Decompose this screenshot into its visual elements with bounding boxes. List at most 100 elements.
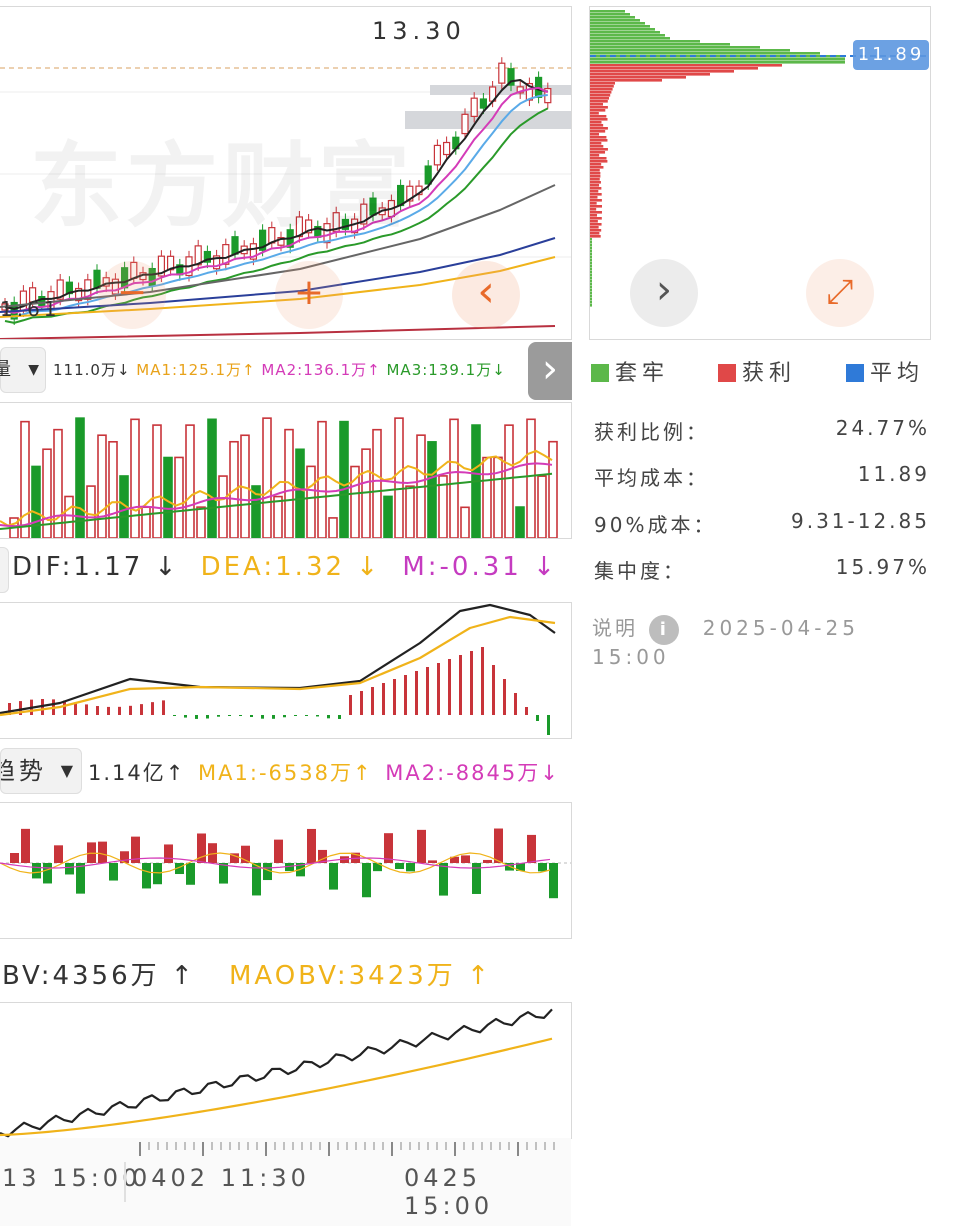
macd-bar — [173, 715, 176, 716]
chip-distribution-panel[interactable]: 11.89 › ⤢ — [589, 6, 931, 340]
macd-bar — [426, 667, 429, 715]
volume-bar — [515, 506, 525, 538]
chip-expand-button[interactable]: ⤢ — [806, 259, 874, 327]
chip-bar — [590, 145, 604, 148]
trend-bar — [109, 863, 118, 881]
trend-chart[interactable] — [0, 802, 572, 939]
kline-chart[interactable]: 东方财富 13.30 1.61 − + ‹ — [0, 6, 572, 340]
cost-90-row: 90%成本： 9.31-12.85 — [594, 509, 930, 537]
macd-bar — [272, 715, 275, 719]
chip-bar — [590, 232, 600, 235]
trend-bar — [461, 855, 470, 863]
volume-bar — [141, 506, 151, 538]
macd-bar — [228, 715, 231, 716]
trend-bar — [395, 863, 404, 870]
macd-bar — [250, 715, 253, 718]
macd-dea: DEA:1.32 ↓ — [200, 552, 382, 582]
macd-bar — [437, 663, 440, 715]
resistance-band — [405, 111, 571, 129]
chip-bar — [590, 190, 599, 193]
axis-divider — [124, 1162, 126, 1202]
volume-bar — [53, 428, 63, 538]
chip-bar — [590, 277, 592, 280]
chip-bar — [590, 283, 592, 286]
trend-bar — [417, 829, 426, 863]
chip-bar — [590, 280, 592, 283]
chip-bar — [590, 181, 601, 184]
macd-bar — [547, 715, 550, 735]
chip-bar — [590, 160, 608, 163]
indicator-selector-volume[interactable]: 量 ▼ — [0, 347, 46, 393]
indicator-selector-trend[interactable]: 趋势 ▼ — [0, 748, 82, 794]
chip-bar — [590, 76, 686, 79]
macd-bar — [217, 715, 220, 717]
chip-bar — [590, 34, 665, 37]
prev-button[interactable]: ‹ — [452, 261, 520, 329]
volume-bar — [152, 424, 162, 538]
macd-m: M:-0.31 ↓ — [402, 552, 558, 582]
trend-bar — [527, 834, 536, 863]
chip-bar — [590, 265, 592, 268]
trend-bar — [219, 863, 228, 884]
chip-bar — [590, 37, 670, 40]
macd-bar — [327, 715, 330, 719]
dropdown-arrow-icon: ▼ — [28, 362, 39, 378]
volume-bar — [273, 495, 283, 538]
time-label-mid: 0402 11:30 — [132, 1164, 310, 1192]
chevron-right-icon: › — [542, 346, 558, 392]
volume-bar — [97, 434, 107, 538]
chip-bar — [590, 244, 592, 247]
indicator-selector-macd[interactable] — [0, 547, 9, 593]
average-swatch — [846, 364, 864, 382]
chip-bar — [590, 193, 602, 196]
vol-ma1: MA1:125.1万↑ — [136, 361, 256, 379]
chip-bar — [590, 223, 602, 226]
macd-bar — [503, 679, 506, 715]
trend-bar — [10, 853, 19, 863]
zoom-out-button[interactable]: − — [98, 261, 166, 329]
chip-next-button[interactable]: › — [630, 259, 698, 327]
volume-chart[interactable] — [0, 402, 572, 539]
explain-row[interactable]: 说明 i 2025-04-25 15:00 — [592, 612, 932, 669]
chip-bar — [590, 112, 599, 115]
chip-bar — [590, 286, 592, 289]
macd-bar — [492, 665, 495, 715]
crosshair-icon: + — [293, 272, 325, 313]
maobv-line — [0, 1037, 553, 1137]
macd-bar — [85, 704, 88, 715]
candle — [433, 144, 441, 166]
chip-bar — [590, 259, 592, 262]
candle — [424, 165, 432, 185]
time-axis[interactable]: 13 15:00 0402 11:30 0425 15:00 — [0, 1138, 571, 1226]
chip-bar — [590, 301, 592, 304]
volume-bar — [504, 424, 514, 538]
chip-bar — [590, 214, 598, 217]
chip-bar — [590, 67, 758, 70]
chip-bar — [590, 157, 607, 160]
vol-ma3: MA3:139.1万↓ — [386, 361, 506, 379]
chip-bar — [590, 124, 604, 127]
vol-value: 111.0万↓ — [53, 361, 131, 379]
volume-bar — [493, 456, 503, 538]
chip-bar — [590, 43, 730, 46]
chip-bar — [590, 139, 608, 142]
macd-bar — [118, 706, 121, 715]
chip-bar — [590, 226, 599, 229]
legend-profit: 获利 — [718, 355, 796, 387]
chip-bar — [590, 196, 598, 199]
chip-bar — [590, 118, 608, 121]
obv-chart[interactable] — [0, 1002, 572, 1139]
info-icon[interactable]: i — [649, 614, 680, 645]
chip-bar — [590, 121, 602, 124]
chip-bar — [590, 88, 613, 91]
trend-bar — [362, 863, 371, 898]
concentration-row: 集中度： 15.97% — [594, 555, 930, 583]
expand-side-button[interactable]: › — [528, 342, 572, 400]
candle — [470, 97, 478, 117]
macd-chart[interactable] — [0, 602, 572, 739]
trend-bar — [65, 863, 74, 875]
maobv-value: MAOBV:3423万 ↑ — [228, 961, 492, 991]
chip-bar — [590, 184, 600, 187]
volume-bar — [108, 441, 118, 538]
crosshair-button[interactable]: + — [275, 261, 343, 329]
